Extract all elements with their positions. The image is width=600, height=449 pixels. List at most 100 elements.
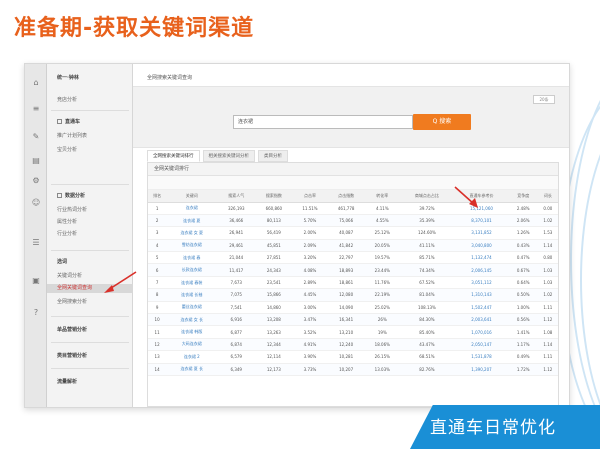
column-header[interactable]: 竞争度 bbox=[508, 190, 538, 203]
table-row[interactable]: 10 连衣裙 女 长 6,916 13,208 3.47% 16,341 26% 84.30%… bbox=[148, 313, 558, 327]
table-cell[interactable]: 连衣裙 夏 bbox=[166, 214, 218, 228]
table-cell[interactable]: 连衣裙 夏 长 bbox=[166, 363, 218, 376]
table-row[interactable]: 14 连衣裙 夏 长 6,349 12,173 3.73% 10,207 13.03% 82.… bbox=[148, 363, 558, 376]
table-cell: 1,132,474 bbox=[454, 251, 509, 265]
sidebar-item-campaigns[interactable]: 推广计划列表 bbox=[57, 132, 87, 139]
table-row[interactable]: 6 长款连衣裙 11,417 24,343 4.08% 18,893 23.44% 74.34… bbox=[148, 263, 558, 277]
sidebar-item-keyword-analysis[interactable]: 关键词分析 bbox=[57, 272, 82, 279]
search-input[interactable]: 连衣裙 bbox=[233, 115, 413, 129]
table-cell[interactable]: 连衣裙 2 bbox=[166, 350, 218, 364]
sidebar-item-item-analysis[interactable]: 宝贝分析 bbox=[57, 146, 77, 153]
table-row[interactable]: 9 蕾丝连衣裙 7,541 14,860 3.00% 14,090 25.02% 108.13… bbox=[148, 301, 558, 315]
user-icon[interactable]: ☺ bbox=[31, 198, 41, 208]
sidebar-item-industry[interactable]: 行业分析 bbox=[57, 230, 77, 237]
sidebar-item-competitor[interactable]: 竞店分析 bbox=[57, 96, 77, 103]
menu-icon[interactable]: ≡ bbox=[31, 104, 41, 114]
table-cell: 1.14 bbox=[537, 338, 558, 352]
table-cell[interactable]: 连衣裙 长袖 bbox=[166, 288, 218, 302]
column-header[interactable]: 转化率 bbox=[364, 190, 400, 203]
table-cell: 3,051,112 bbox=[454, 276, 509, 290]
table-cell: 2,050,147 bbox=[454, 338, 509, 352]
sidebar-group-data[interactable]: 数据分析 bbox=[57, 192, 85, 199]
table-cell: 6,874 bbox=[217, 338, 256, 352]
table-row[interactable]: 11 连衣裙 韩版 6,877 13,263 3.52% 13,210 19% 85.40% 1… bbox=[148, 325, 558, 339]
table-cell[interactable]: 连衣裙 女 夏 bbox=[166, 226, 218, 240]
tab-related-keywords[interactable]: 相关搜索关键词分析 bbox=[202, 150, 255, 162]
table-cell: 27,851 bbox=[255, 251, 293, 265]
sidebar-item-search-analysis[interactable]: 全网搜索分析 bbox=[57, 298, 87, 305]
table-row[interactable]: 3 连衣裙 女 夏 26,941 56,419 2.00% 40,087 25.12% 124… bbox=[148, 226, 558, 240]
table-row[interactable]: 13 连衣裙 2 6,579 12,114 3.90% 10,281 26.15% 68.51… bbox=[148, 350, 558, 364]
table-row[interactable]: 1 连衣裙 326,193 660,860 11.51% 461,778 4.11% 39.7… bbox=[148, 202, 558, 215]
table-cell: 1.02 bbox=[537, 214, 558, 228]
table-cell: 6,877 bbox=[217, 325, 256, 339]
table-cell: 36,466 bbox=[217, 214, 256, 228]
doc-icon[interactable]: ▣ bbox=[31, 276, 41, 286]
keyword-table-panel: 全网关键词排行 排名 关键词 搜索人气 搜索指数 点击率 点击指数 转化率 商城… bbox=[147, 162, 559, 407]
column-header[interactable]: 搜索指数 bbox=[255, 190, 293, 203]
table-row[interactable]: 7 连衣裙 春装 7,673 23,541 2.89% 18,861 11.76% 67.52… bbox=[148, 276, 558, 290]
table-cell: 4.55% bbox=[364, 214, 400, 228]
table-cell[interactable]: 雪纺连衣裙 bbox=[166, 239, 218, 253]
sidebar-group-single-item[interactable]: 单品营销分析 bbox=[57, 326, 87, 333]
table-cell[interactable]: 连衣裙 春装 bbox=[166, 276, 218, 290]
table-row[interactable]: 12 大码连衣裙 6,874 12,344 4.91% 12,240 18.06% 43.47… bbox=[148, 338, 558, 352]
table-cell: 12,344 bbox=[255, 338, 293, 352]
table-cell: 2,006,145 bbox=[454, 263, 509, 277]
table-cell: 26,941 bbox=[217, 226, 256, 240]
table-cell: 1.11 bbox=[537, 301, 558, 315]
tab-keyword-ranking[interactable]: 全网搜索关键词排行 bbox=[147, 150, 200, 162]
column-header[interactable]: 关键词 bbox=[166, 190, 218, 203]
table-cell: 75,066 bbox=[327, 214, 365, 228]
table-cell: 0.67% bbox=[508, 263, 538, 277]
column-header[interactable]: 商城点击占比 bbox=[399, 190, 455, 203]
table-cell[interactable]: 连衣裙 春 bbox=[166, 251, 218, 265]
tab-category-analysis[interactable]: 类目分析 bbox=[258, 150, 288, 162]
sidebar-item-overview[interactable]: 统一·钟林 bbox=[57, 74, 79, 81]
help-icon[interactable]: ? bbox=[31, 308, 41, 318]
table-cell: 1.14 bbox=[537, 239, 558, 253]
table-row[interactable]: 5 连衣裙 春 21,044 27,851 3.20% 22,797 19.57% 85.71… bbox=[148, 251, 558, 265]
table-cell: 1.41% bbox=[508, 325, 538, 339]
table-cell[interactable]: 蕾丝连衣裙 bbox=[166, 301, 218, 315]
sidebar-item-hot-words[interactable]: 行业热词分析 bbox=[57, 206, 87, 213]
table-row[interactable]: 2 连衣裙 夏 36,466 80,113 5.70% 75,066 4.55% 35.39%… bbox=[148, 214, 558, 228]
settings-icon[interactable]: ⚙ bbox=[31, 176, 41, 186]
table-cell: 3,040,800 bbox=[454, 239, 509, 253]
icon-rail: ⌂ ≡ ✎ ▤ ⚙ ☺ ☰ ▣ ? bbox=[25, 64, 47, 407]
table-cell: 26.15% bbox=[364, 350, 400, 364]
search-button[interactable]: Q 搜索 bbox=[413, 114, 471, 130]
table-cell: 3,131,852 bbox=[454, 226, 509, 240]
column-header[interactable]: 词长 bbox=[537, 190, 558, 203]
column-header[interactable]: 搜索人气 bbox=[217, 190, 256, 203]
tab-bar: 全网搜索关键词排行 相关搜索关键词分析 类目分析 bbox=[147, 150, 291, 162]
table-cell: 7,541 bbox=[217, 301, 256, 315]
table-row[interactable]: 8 连衣裙 长袖 7,075 15,866 4.45% 12,080 22.19% 81.04… bbox=[148, 288, 558, 302]
sidebar-item-attributes[interactable]: 属性分析 bbox=[57, 218, 77, 225]
table-row[interactable]: 4 雪纺连衣裙 29,461 45,851 2.09% 41,842 20.05% 41.11… bbox=[148, 239, 558, 253]
sidebar-group-traffic[interactable]: 流量解析 bbox=[57, 378, 77, 385]
page-size-select[interactable]: 20条 bbox=[533, 95, 555, 104]
table-cell[interactable]: 长款连衣裙 bbox=[166, 263, 218, 277]
sidebar-group-ztc[interactable]: 直通车 bbox=[57, 118, 80, 125]
table-cell[interactable]: 连衣裙 女 长 bbox=[166, 313, 218, 327]
table-cell: 81.04% bbox=[399, 288, 455, 302]
list-icon[interactable]: ☰ bbox=[31, 238, 41, 248]
column-header[interactable]: 点击率 bbox=[292, 190, 328, 203]
table-cell[interactable]: 大码连衣裙 bbox=[166, 338, 218, 352]
table-cell: 7,673 bbox=[217, 276, 256, 290]
table-cell[interactable]: 连衣裙 bbox=[166, 202, 218, 215]
checkbox-icon bbox=[57, 193, 62, 198]
table-cell: 4.11% bbox=[364, 202, 400, 215]
home-icon[interactable]: ⌂ bbox=[31, 78, 41, 88]
column-header[interactable]: 点击指数 bbox=[327, 190, 365, 203]
table-cell: 0.56% bbox=[508, 313, 538, 327]
sidebar-group-category[interactable]: 类目营销分析 bbox=[57, 352, 87, 359]
sidebar-group-keywords[interactable]: 选词 bbox=[57, 258, 67, 265]
column-header[interactable]: 排名 bbox=[148, 190, 167, 203]
tool-icon[interactable]: ✎ bbox=[31, 132, 41, 142]
chart-icon[interactable]: ▤ bbox=[31, 156, 41, 166]
table-cell: 23,541 bbox=[255, 276, 293, 290]
menu-divider bbox=[51, 250, 129, 251]
table-cell[interactable]: 连衣裙 韩版 bbox=[166, 325, 218, 339]
